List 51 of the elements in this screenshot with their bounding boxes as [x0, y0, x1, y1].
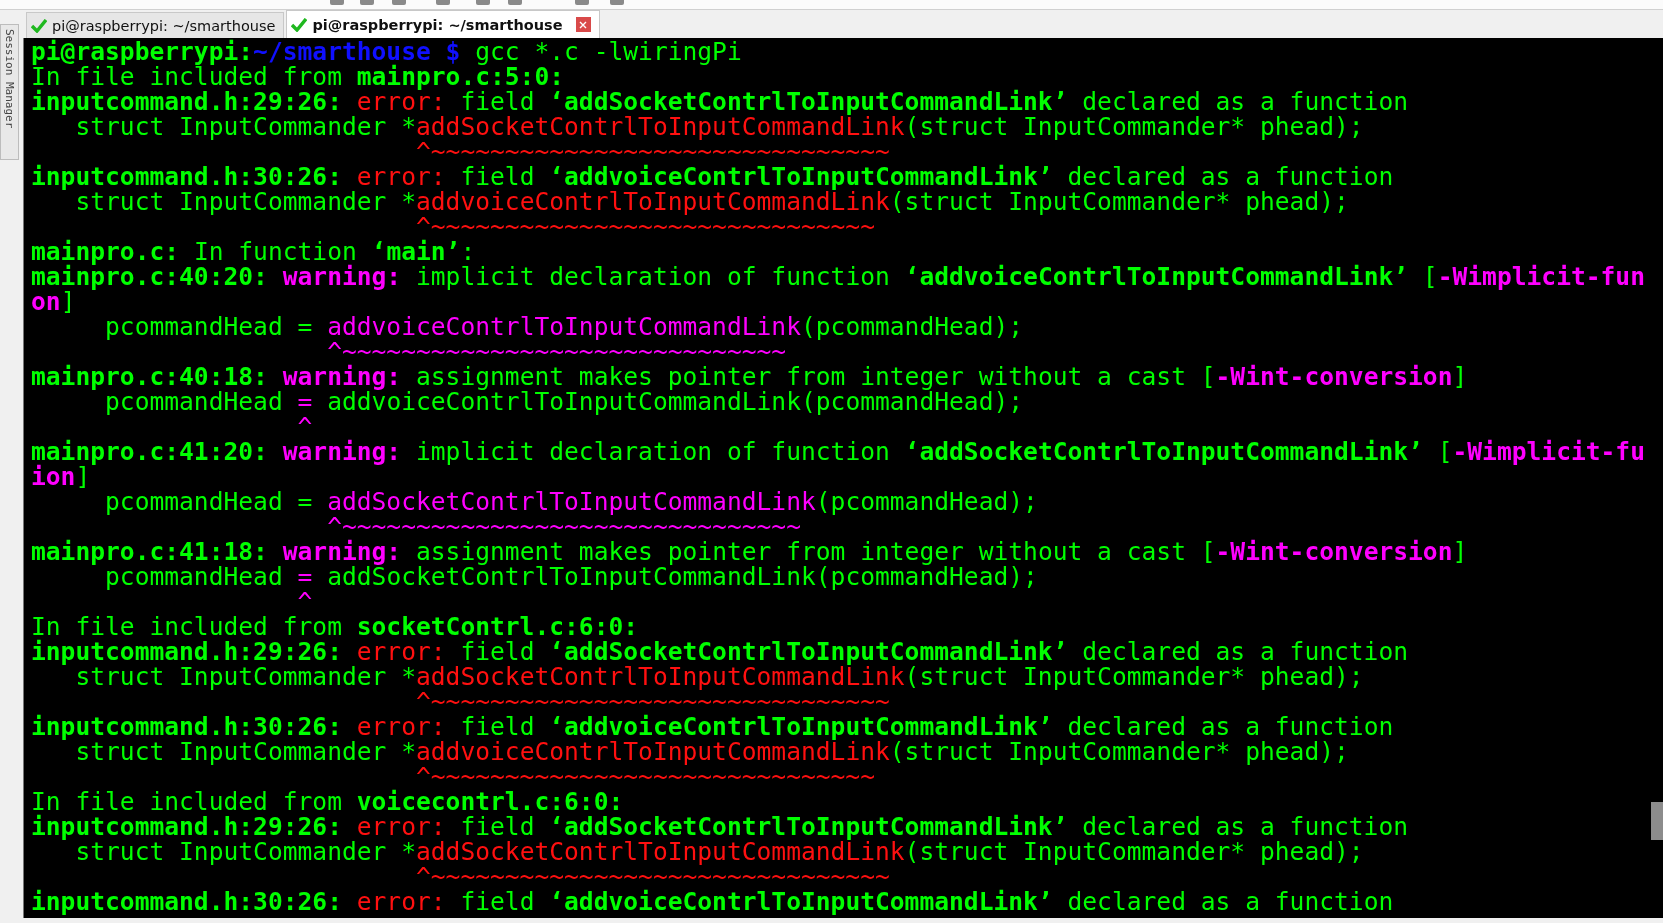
terminal-line: mainpro.c:41:18: warning: assignment makes pointer from integer without a cast [-Wint-conversion] [31, 539, 1468, 564]
terminal-line: struct InputCommander *addSocketContrlToInputCommandLink(struct InputCommander* phead); [75, 839, 1364, 864]
close-icon [579, 20, 587, 29]
terminal-line: mainpro.c:40:20: warning: implicit declaration of function ‘addvoiceContrlToInputCommandLink’ [-Wimplicit-fun [31, 264, 1645, 289]
terminal-line: ion] [31, 464, 91, 489]
terminal-line: inputcommand.h:30:26: error: field ‘addvoiceContrlToInputCommandLink’ declared as a function [31, 889, 1394, 914]
terminal-line: inputcommand.h:30:26: error: field ‘addvoiceContrlToInputCommandLink’ declared as a function [31, 714, 1394, 739]
terminal-line: ^~~~~~~~~~~~~~~~~~~~~~~~~~~~~~~ [415, 764, 875, 789]
terminal-line: mainpro.c:41:20: warning: implicit declaration of function ‘addSocketContrlToInputCommandLink’ [-Wimplicit-fu [31, 439, 1645, 464]
toolbar-icon[interactable] [508, 0, 522, 5]
terminal-line: ^~~~~~~~~~~~~~~~~~~~~~~~~~~~~~~~ [414, 139, 890, 164]
terminal-line: ^ [297, 414, 313, 439]
session-tab[interactable]: pi@raspberrypi: ~/smarthouse [26, 12, 285, 38]
toolbar-icon[interactable] [392, 0, 406, 5]
terminal-line: pcommandHead = addSocketContrlToInputCommandLink(pcommandHead); [104, 489, 1038, 514]
terminal-line: struct InputCommander *addSocketContrlToInputCommandLink(struct InputCommander* phead); [75, 114, 1364, 139]
terminal-line: ^~~~~~~~~~~~~~~~~~~~~~~~~~~~~~~~ [414, 689, 890, 714]
terminal-line: pi@raspberrypi:~/smarthouse $ gcc *.c -lwiringPi [31, 39, 742, 64]
terminal-line: ^~~~~~~~~~~~~~~~~~~~~~~~~~~~~~~~ [414, 864, 890, 889]
terminal-line: inputcommand.h:29:26: error: field ‘addSocketContrlToInputCommandLink’ declared as a function [31, 814, 1409, 839]
terminal-line: ^~~~~~~~~~~~~~~~~~~~~~~~~~~~~~~~ [327, 514, 801, 539]
terminal-line: struct InputCommander *addvoiceContrlToInputCommandLink(struct InputCommander* phead); [75, 189, 1349, 214]
terminal-line: pcommandHead = addvoiceContrlToInputCommandLink(pcommandHead); [104, 314, 1024, 339]
terminal-line: mainpro.c:40:18: warning: assignment makes pointer from integer without a cast [-Wint-conversion] [31, 364, 1468, 389]
terminal-line: inputcommand.h:30:26: error: field ‘addvoiceContrlToInputCommandLink’ declared as a function [31, 164, 1394, 189]
check-icon [31, 18, 47, 33]
terminal-line: In file included from mainpro.c:5:0: [31, 64, 565, 89]
terminal-line: inputcommand.h:29:26: error: field ‘addSocketContrlToInputCommandLink’ declared as a function [31, 89, 1409, 114]
close-button[interactable] [575, 17, 591, 32]
check-icon [291, 17, 308, 32]
terminal-line: struct InputCommander *addSocketContrlToInputCommandLink(struct InputCommander* phead); [75, 664, 1364, 689]
terminal-line: In file included from voicecontrl.c:6:0: [31, 789, 624, 814]
toolbar-icon[interactable] [436, 0, 450, 5]
terminal-line: inputcommand.h:29:26: error: field ‘addSocketContrlToInputCommandLink’ declared as a function [31, 639, 1409, 664]
terminal-line: mainpro.c: In function ‘main’: [31, 239, 476, 264]
session-tab[interactable]: pi@raspberrypi: ~/smarthouse [286, 10, 600, 38]
toolbar-icon[interactable] [575, 0, 589, 5]
toolbar-icon[interactable] [360, 0, 374, 5]
session-manager-tab[interactable]: Session Manager [0, 24, 19, 160]
terminal-line: pcommandHead = addvoiceContrlToInputCommandLink(pcommandHead); [105, 389, 1024, 414]
terminal-line: ^ [296, 589, 313, 614]
terminal-line: ^~~~~~~~~~~~~~~~~~~~~~~~~~~~~~~ [327, 339, 787, 364]
toolbar-icon[interactable] [330, 0, 344, 5]
terminal-line: In file included from socketContrl.c:6:0: [31, 614, 639, 639]
scrollbar-thumb[interactable] [1651, 802, 1663, 840]
terminal-line: on] [31, 289, 76, 314]
terminal-line: pcommandHead = addSocketContrlToInputCommandLink(pcommandHead); [105, 564, 1038, 589]
toolbar-icon[interactable] [476, 0, 490, 5]
toolbar-icon[interactable] [610, 0, 624, 5]
terminal-line: ^~~~~~~~~~~~~~~~~~~~~~~~~~~~~~~ [415, 214, 875, 239]
terminal-line: struct InputCommander *addvoiceContrlToInputCommandLink(struct InputCommander* phead); [75, 739, 1349, 764]
